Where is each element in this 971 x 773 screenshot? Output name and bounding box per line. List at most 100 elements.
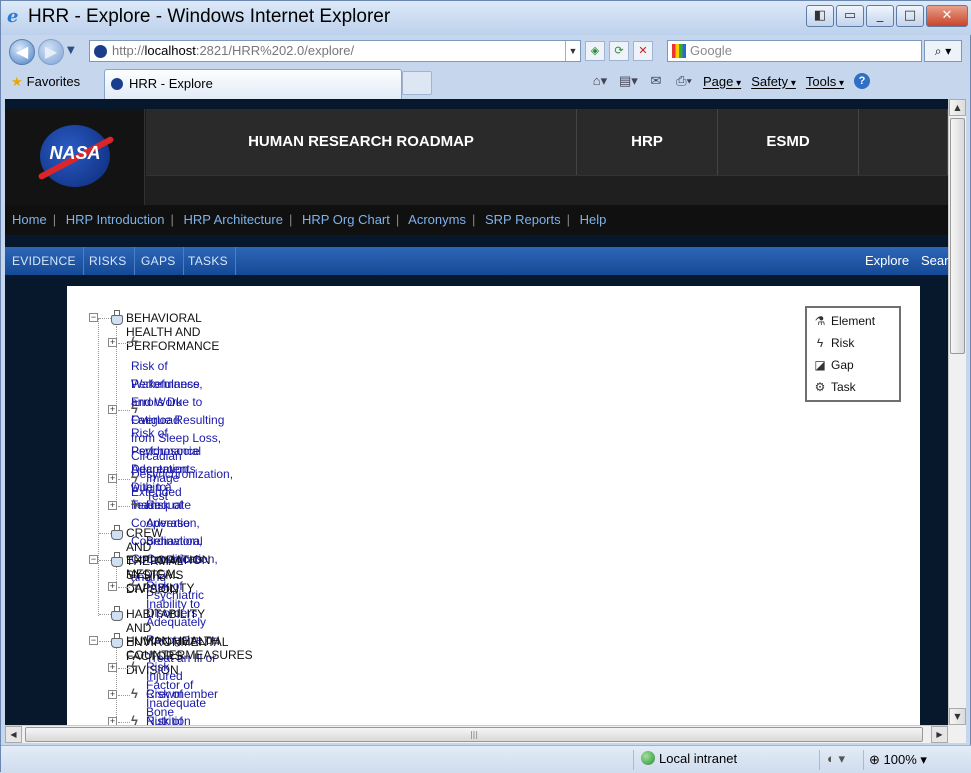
scroll-up-icon[interactable]: ▲ xyxy=(949,99,966,116)
tree-connector xyxy=(118,695,130,696)
back-button[interactable]: ◀ xyxy=(9,39,35,65)
ie-logo-icon: e xyxy=(7,6,19,27)
header-hrp[interactable]: HRP xyxy=(577,109,718,175)
expand-toggle[interactable]: + xyxy=(108,717,117,725)
risk-bolt-icon: ϟ xyxy=(131,713,138,726)
tree-connector xyxy=(99,614,111,615)
legend-risk: ϟ Risk xyxy=(813,334,855,352)
address-row: ◀ ▶ ▼ http://localhost:2821/HRR%202.0/ex… xyxy=(1,35,971,67)
element-flask-icon xyxy=(111,552,123,567)
print-icon[interactable]: ⎙▾ xyxy=(675,73,693,89)
zoom-level[interactable]: ⊕ 100% ▾ xyxy=(869,752,927,768)
tab-row: ★ Favorites HRR - Explore ⌂▾ ▤▾ ✉ ⎙▾ Page… xyxy=(1,67,971,99)
compatibility-view-icon[interactable]: ◈ xyxy=(585,41,605,61)
collapse-toggle[interactable]: − xyxy=(89,636,98,645)
collapse-toggle[interactable]: − xyxy=(89,555,98,564)
vertical-scroll-thumb[interactable] xyxy=(950,118,965,354)
expand-toggle[interactable]: + xyxy=(108,582,117,591)
risk-bolt-icon: ϟ xyxy=(816,336,824,350)
close-button[interactable]: ✕ xyxy=(926,5,968,27)
menu-risks[interactable]: RISKS xyxy=(82,247,135,275)
search-input[interactable]: Google xyxy=(667,40,922,62)
minimize-button[interactable]: _ xyxy=(866,5,894,27)
expand-toggle[interactable]: + xyxy=(108,405,117,414)
scroll-down-icon[interactable]: ▼ xyxy=(949,708,966,725)
link-srp-reports[interactable]: SRP Reports xyxy=(485,212,561,227)
recent-pages-dropdown-icon[interactable]: ▼ xyxy=(67,45,75,56)
favorites-star-icon: ★ xyxy=(11,74,23,89)
element-flask-icon xyxy=(111,606,123,621)
status-separator xyxy=(819,750,820,770)
horizontal-scroll-thumb[interactable]: ||| xyxy=(25,727,923,742)
header-esmd[interactable]: ESMD xyxy=(718,109,859,175)
maximize-button[interactable]: □ xyxy=(896,5,924,27)
url-host: localhost xyxy=(144,43,196,58)
restore-tabs-icon[interactable]: ▭ xyxy=(836,5,864,27)
mail-icon[interactable]: ✉ xyxy=(647,73,665,89)
legend-box: ⚗ Element ϟ Risk ◪ Gap ⚙ Task xyxy=(805,306,901,402)
legend-gap-label: Gap xyxy=(831,358,854,372)
menu-explore[interactable]: Explore xyxy=(865,247,909,275)
logo-cell: NASA xyxy=(5,109,145,205)
risk-bolt-icon: ϟ xyxy=(131,334,138,349)
tree-connector xyxy=(99,560,111,561)
collapse-toggle[interactable]: − xyxy=(89,313,98,322)
tree-guide-human-health xyxy=(116,647,117,725)
expand-toggle[interactable]: + xyxy=(108,474,117,483)
scroll-left-icon[interactable]: ◀ xyxy=(5,726,22,743)
tab-favicon-icon xyxy=(111,78,123,90)
security-zone[interactable]: Local intranet xyxy=(641,751,737,766)
link-hrp-introduction[interactable]: HRP Introduction xyxy=(66,212,165,227)
risk-bolt-icon: ϟ xyxy=(131,686,138,701)
link-home[interactable]: Home xyxy=(12,212,47,227)
task-gear-icon: ⚙ xyxy=(814,380,826,394)
address-dropdown-icon[interactable]: ▼ xyxy=(565,41,580,61)
stop-icon[interactable]: ✕ xyxy=(633,41,653,61)
menu-evidence[interactable]: EVIDENCE xyxy=(5,247,84,275)
expand-toggle[interactable]: + xyxy=(108,690,117,699)
link-hrp-org-chart[interactable]: HRP Org Chart xyxy=(302,212,390,227)
header-human-research-roadmap[interactable]: HUMAN RESEARCH ROADMAP xyxy=(146,109,577,175)
feeds-icon[interactable]: ▤▾ xyxy=(619,73,638,89)
home-icon[interactable]: ⌂▾ xyxy=(591,73,609,89)
legend-task-label: Task xyxy=(831,380,856,394)
link-help[interactable]: Help xyxy=(580,212,607,227)
tree-risk-fatigue-line2[interactable]: Wakefulness, and Work Overload xyxy=(131,375,203,429)
scroll-right-icon[interactable]: ▶ xyxy=(931,726,948,743)
title-bar: e HRR - Explore - Windows Internet Explo… xyxy=(1,1,971,35)
horizontal-scrollbar[interactable]: ◀ ||| ▶ xyxy=(5,725,948,743)
forward-button[interactable]: ▶ xyxy=(38,39,64,65)
switch-window-icon[interactable]: ◧ xyxy=(806,5,834,27)
vertical-scrollbar[interactable]: ▲ ▼ xyxy=(948,99,966,725)
tree-connector xyxy=(118,506,130,507)
url-prefix: http:// xyxy=(112,43,145,58)
safety-menu[interactable]: Safety xyxy=(751,74,796,89)
browser-window: e HRR - Explore - Windows Internet Explo… xyxy=(0,0,971,773)
new-tab-button[interactable] xyxy=(402,71,432,95)
expand-toggle[interactable]: + xyxy=(108,501,117,510)
link-hrp-architecture[interactable]: HRP Architecture xyxy=(183,212,282,227)
tree-risk-disk-damage[interactable]: Risk of Intervertebral Disk Damage xyxy=(146,712,217,725)
menu-tasks[interactable]: TASKS xyxy=(181,247,236,275)
page-viewport: NASA HUMAN RESEARCH ROADMAP HRP ESMD Hom… xyxy=(5,99,948,725)
menu-gaps[interactable]: GAPS xyxy=(134,247,184,275)
zoom-icon: ⊕ xyxy=(869,752,880,767)
refresh-icon[interactable]: ⟳ xyxy=(609,41,629,61)
tree-connector xyxy=(118,479,130,480)
expand-toggle[interactable]: + xyxy=(108,663,117,672)
tab-hrr-explore[interactable]: HRR - Explore xyxy=(104,69,402,99)
legend-element: ⚗ Element xyxy=(813,312,875,330)
protected-mode-icon[interactable]: ◐ ▾ xyxy=(827,751,845,767)
search-button[interactable]: ⌕ ▾ xyxy=(924,40,962,62)
expand-toggle[interactable]: + xyxy=(108,338,117,347)
intranet-globe-icon xyxy=(641,751,655,765)
favorites-button[interactable]: ★ Favorites xyxy=(11,74,80,90)
link-acronyms[interactable]: Acronyms xyxy=(408,212,466,227)
nasa-logo[interactable]: NASA xyxy=(37,125,115,187)
address-bar[interactable]: http://localhost:2821/HRR%202.0/explore/… xyxy=(89,40,581,62)
header-subbar xyxy=(146,175,948,205)
help-icon[interactable]: ? xyxy=(854,73,871,89)
page-menu[interactable]: Page xyxy=(703,74,741,89)
menu-search[interactable]: Sear xyxy=(921,247,948,275)
tools-menu[interactable]: Tools xyxy=(806,74,844,89)
